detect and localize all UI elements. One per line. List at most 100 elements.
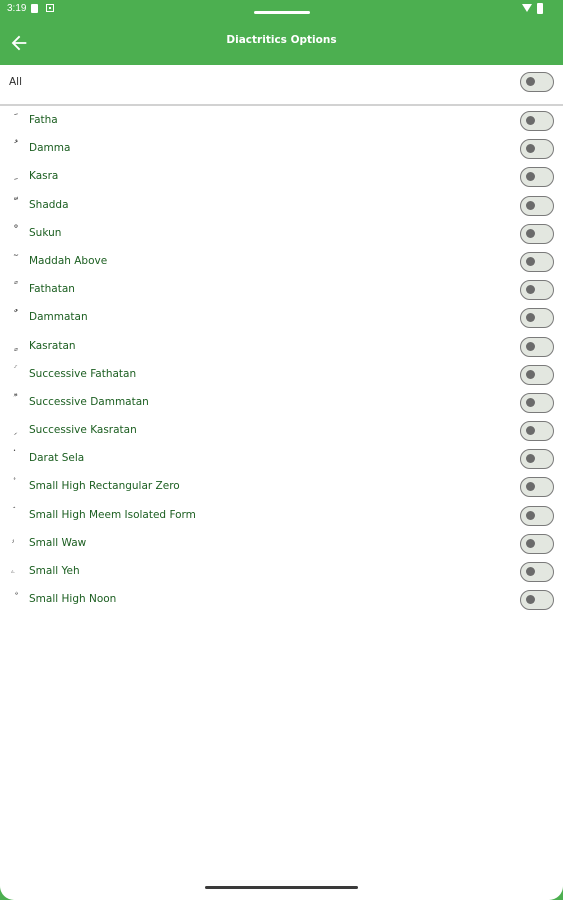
page-title: Diactritics Options <box>226 34 337 46</box>
toggle-thumb <box>526 116 535 125</box>
option-label: Kasra <box>29 170 59 183</box>
list-item[interactable]: ٓMaddah Above <box>0 248 563 276</box>
all-toggle[interactable] <box>520 72 554 92</box>
list-item[interactable]: ُDamma <box>0 135 563 163</box>
option-label: Damma <box>29 142 71 155</box>
diacritic-glyph-icon: ٓ <box>0 251 26 267</box>
sd-card-icon <box>31 4 38 13</box>
option-toggle[interactable] <box>520 280 554 301</box>
option-toggle[interactable] <box>520 477 554 498</box>
all-option-row[interactable]: All <box>0 65 563 103</box>
list-item[interactable]: ۟Small High Rectangular Zero <box>0 473 563 501</box>
option-label: Kasratan <box>29 339 76 352</box>
option-toggle[interactable] <box>520 223 554 244</box>
app-bar: Diactritics Options <box>0 20 563 65</box>
list-item[interactable]: ۘSmall High Meem Isolated Form <box>0 502 563 530</box>
list-item[interactable]: ْSukun <box>0 220 563 248</box>
toggle-thumb <box>526 144 535 154</box>
list-item[interactable]: ۨSmall High Noon <box>0 586 563 614</box>
list-item[interactable]: ٌDammatan <box>0 304 563 332</box>
toggle-thumb <box>526 482 535 492</box>
option-label: Maddah Above <box>29 254 108 267</box>
status-bar-handle <box>254 11 310 14</box>
list-item[interactable]: ࣰSuccessive Fathatan <box>0 361 563 389</box>
diacritic-glyph-icon: ٌ <box>0 307 26 323</box>
list-item[interactable]: َFatha <box>0 107 563 135</box>
toggle-thumb <box>526 510 535 520</box>
diacritic-glyph-icon: ۬ <box>0 448 26 464</box>
options-panel: All َFathaُDammaِKasraّShaddaْSukunٓMadd… <box>0 65 563 900</box>
list-item[interactable]: ۥ Small Waw <box>0 530 563 558</box>
toggle-thumb <box>526 285 535 295</box>
toggle-thumb <box>526 200 535 210</box>
diacritic-glyph-icon: ُ <box>0 138 26 154</box>
toggle-thumb <box>526 454 535 464</box>
toggle-thumb <box>526 341 535 351</box>
option-toggle[interactable] <box>520 562 554 582</box>
toggle-thumb <box>526 228 535 238</box>
diacritic-glyph-icon: ࣲ <box>0 420 26 436</box>
option-toggle[interactable] <box>520 336 554 357</box>
option-label: Small High Noon <box>29 593 117 606</box>
status-bar: 3:19 <box>0 0 563 20</box>
option-label: Darat Sela <box>29 452 85 465</box>
option-label: Dammatan <box>29 311 88 324</box>
toggle-thumb <box>526 369 535 379</box>
diacritic-glyph-icon: ۦ <box>10 562 16 576</box>
list-item[interactable]: ࣱSuccessive Dammatan <box>0 389 563 417</box>
option-label: Fathatan <box>29 283 75 296</box>
navigation-handle[interactable] <box>205 886 358 889</box>
toggle-thumb <box>526 567 535 576</box>
option-toggle[interactable] <box>520 308 554 329</box>
diacritic-glyph-icon: ۟ <box>0 476 26 492</box>
option-label: Shadda <box>29 198 69 211</box>
toggle-thumb <box>526 595 535 605</box>
option-toggle[interactable] <box>520 251 554 272</box>
option-label: Small High Meem Isolated Form <box>29 508 196 521</box>
option-toggle[interactable] <box>520 533 554 554</box>
list-item[interactable]: ۦ Small Yeh <box>0 558 563 586</box>
option-label: Successive Kasratan <box>29 424 137 437</box>
diacritic-glyph-icon: ّ <box>0 195 26 211</box>
option-toggle[interactable] <box>520 111 554 131</box>
battery-icon <box>537 3 543 14</box>
diacritic-glyph-icon: ٍ <box>0 336 26 352</box>
diacritic-glyph-icon: ۥ <box>11 533 15 548</box>
option-toggle[interactable] <box>520 139 554 160</box>
notification-box-icon <box>46 4 54 12</box>
list-item[interactable]: ٍKasratan <box>0 333 563 361</box>
option-toggle[interactable] <box>520 364 554 385</box>
option-label: Sukun <box>29 226 62 239</box>
diacritic-glyph-icon: ِ <box>0 166 26 182</box>
diacritics-list: َFathaُDammaِKasraّShaddaْSukunٓMaddah A… <box>0 107 563 614</box>
option-label: Fatha <box>29 114 58 126</box>
diacritic-glyph-icon: َ <box>0 110 26 126</box>
option-toggle[interactable] <box>520 449 554 470</box>
option-toggle[interactable] <box>520 421 554 442</box>
toggle-thumb <box>526 256 535 266</box>
list-item[interactable]: ۬Darat Sela <box>0 445 563 473</box>
option-toggle[interactable] <box>520 505 554 526</box>
option-toggle[interactable] <box>520 167 554 188</box>
toggle-thumb <box>526 538 535 548</box>
toggle-thumb <box>526 397 535 407</box>
diacritic-glyph-icon: ً <box>0 279 26 295</box>
option-label: Small High Rectangular Zero <box>29 480 180 493</box>
option-label: Small Yeh <box>29 565 80 577</box>
toggle-thumb <box>526 313 535 323</box>
option-label: Successive Dammatan <box>29 395 149 408</box>
list-item[interactable]: ًFathatan <box>0 276 563 304</box>
wifi-icon <box>522 4 532 12</box>
list-item[interactable]: ّShadda <box>0 192 563 220</box>
option-toggle[interactable] <box>520 392 554 413</box>
option-toggle[interactable] <box>520 195 554 216</box>
option-toggle[interactable] <box>520 590 554 611</box>
list-item[interactable]: ࣲSuccessive Kasratan <box>0 417 563 445</box>
diacritic-glyph-icon: ࣰ <box>0 364 26 380</box>
status-time: 3:19 <box>7 3 27 14</box>
toggle-thumb <box>526 426 535 436</box>
diacritic-glyph-icon: ْ <box>0 223 26 239</box>
list-item[interactable]: ِKasra <box>0 163 563 191</box>
toggle-thumb <box>526 172 535 182</box>
diacritic-glyph-icon: ۨ <box>0 589 26 605</box>
